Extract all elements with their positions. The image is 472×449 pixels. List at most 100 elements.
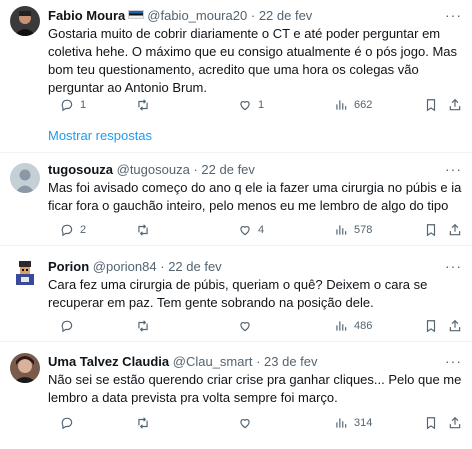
reply-feed: Fabio Moura @fabio_moura20 · 22 de fev ··… bbox=[0, 0, 472, 449]
author-handle[interactable]: @porion84 bbox=[93, 259, 157, 274]
tweet-text: Gostaria muito de cobrir diariamente o C… bbox=[48, 26, 458, 95]
avatar[interactable] bbox=[10, 163, 40, 193]
author-handle[interactable]: @fabio_moura20 bbox=[147, 8, 247, 23]
pixel-avatar-icon bbox=[10, 258, 40, 288]
retweet-icon bbox=[138, 320, 148, 332]
tweet-date[interactable]: 22 de fev bbox=[259, 8, 313, 23]
reply-icon bbox=[61, 224, 73, 237]
view-count: 486 bbox=[354, 320, 373, 332]
view-count: 662 bbox=[354, 99, 373, 111]
like-count: 4 bbox=[258, 224, 265, 236]
share-icon bbox=[449, 416, 461, 429]
share-button[interactable] bbox=[448, 97, 462, 113]
views-icon bbox=[336, 225, 347, 235]
retweet-button[interactable] bbox=[136, 318, 156, 334]
views-button[interactable]: 662 bbox=[334, 97, 372, 113]
like-icon bbox=[240, 226, 250, 236]
tweet-actions: 2 4 578 bbox=[48, 222, 462, 238]
retweet-button[interactable] bbox=[136, 222, 156, 238]
tweet-text: Cara fez uma cirurgia de púbis, queriam … bbox=[48, 277, 428, 310]
reply-button[interactable]: 1 bbox=[60, 97, 86, 113]
bookmark-icon bbox=[426, 99, 436, 112]
views-button[interactable]: 578 bbox=[334, 222, 372, 238]
avatar[interactable] bbox=[10, 258, 40, 288]
share-icon bbox=[449, 319, 461, 332]
author-handle[interactable]: @tugosouza bbox=[117, 162, 190, 177]
like-button[interactable] bbox=[238, 415, 258, 431]
like-icon bbox=[240, 101, 250, 111]
reply-button[interactable] bbox=[60, 415, 80, 431]
share-button[interactable] bbox=[448, 318, 462, 334]
bookmark-button[interactable] bbox=[424, 415, 438, 431]
estonia-flag-icon bbox=[128, 10, 145, 19]
tweet-header: Uma Talvez Claudia @Clau_smart · 23 de f… bbox=[48, 354, 318, 370]
separator-dot: · bbox=[250, 8, 256, 23]
tweet[interactable]: Uma Talvez Claudia @Clau_smart · 23 de f… bbox=[0, 342, 472, 449]
bookmark-button[interactable] bbox=[424, 222, 438, 238]
tweet-actions: 314 bbox=[48, 415, 462, 431]
view-count: 314 bbox=[354, 417, 373, 429]
reply-icon bbox=[61, 320, 73, 333]
view-count: 578 bbox=[354, 224, 373, 236]
bookmark-button[interactable] bbox=[424, 318, 438, 334]
reply-icon bbox=[61, 99, 73, 112]
tweet-date[interactable]: 23 de fev bbox=[264, 354, 318, 369]
share-icon bbox=[449, 223, 461, 236]
share-icon bbox=[449, 98, 461, 111]
author-name[interactable]: tugosouza bbox=[48, 162, 113, 177]
more-icon[interactable]: ··· bbox=[445, 8, 462, 22]
bookmark-icon bbox=[426, 224, 436, 237]
reply-button[interactable] bbox=[60, 318, 80, 334]
separator-dot: · bbox=[193, 162, 198, 177]
reply-count: 1 bbox=[80, 99, 87, 111]
views-button[interactable]: 314 bbox=[334, 415, 372, 431]
tweet-header: Fabio Moura @fabio_moura20 · 22 de fev bbox=[48, 8, 312, 24]
reply-button[interactable]: 2 bbox=[60, 222, 86, 238]
reply-icon bbox=[61, 417, 73, 430]
tweet[interactable]: Fabio Moura @fabio_moura20 · 22 de fev ··… bbox=[0, 0, 472, 152]
show-replies-link[interactable]: Mostrar respostas bbox=[48, 128, 152, 143]
tweet-header: tugosouza @tugosouza · 22 de fev bbox=[48, 162, 255, 178]
more-icon[interactable]: ··· bbox=[445, 259, 462, 273]
tweet-text: Não sei se estão querendo criar crise pr… bbox=[48, 372, 462, 405]
like-icon bbox=[240, 419, 250, 429]
more-icon[interactable]: ··· bbox=[445, 354, 462, 368]
like-button[interactable] bbox=[238, 318, 258, 334]
tweet-date[interactable]: 22 de fev bbox=[168, 259, 222, 274]
like-button[interactable]: 4 bbox=[238, 222, 264, 238]
tweet[interactable]: tugosouza @tugosouza · 22 de fev ··· Mas… bbox=[0, 153, 472, 245]
retweet-icon bbox=[138, 417, 148, 429]
tweet-header: Porion @porion84 · 22 de fev bbox=[48, 259, 222, 275]
author-name[interactable]: Fabio Moura bbox=[48, 8, 125, 23]
share-button[interactable] bbox=[448, 415, 462, 431]
separator-dot: · bbox=[160, 259, 165, 274]
author-name[interactable]: Uma Talvez Claudia bbox=[48, 354, 169, 369]
bookmark-icon bbox=[426, 417, 436, 430]
bookmark-icon bbox=[426, 320, 436, 333]
bookmark-button[interactable] bbox=[424, 97, 438, 113]
like-icon bbox=[240, 322, 250, 332]
tweet-date[interactable]: 22 de fev bbox=[201, 162, 255, 177]
more-icon[interactable]: ··· bbox=[445, 162, 462, 176]
photo-avatar-icon bbox=[10, 353, 40, 383]
views-icon bbox=[336, 418, 347, 428]
retweet-button[interactable] bbox=[136, 415, 156, 431]
retweet-button[interactable] bbox=[136, 97, 156, 113]
tweet-text: Mas foi avisado começo do ano q ele ia f… bbox=[48, 180, 462, 213]
views-button[interactable]: 486 bbox=[334, 318, 372, 334]
tweet[interactable]: Porion @porion84 · 22 de fev ··· Cara fe… bbox=[0, 246, 472, 341]
avatar[interactable] bbox=[10, 353, 40, 383]
views-icon bbox=[336, 321, 347, 331]
retweet-icon bbox=[138, 99, 148, 111]
author-name[interactable]: Porion bbox=[48, 259, 89, 274]
separator-dot: · bbox=[256, 354, 261, 369]
avatar-image-icon bbox=[10, 6, 40, 36]
avatar[interactable] bbox=[10, 6, 40, 36]
retweet-icon bbox=[138, 224, 148, 236]
like-button[interactable]: 1 bbox=[238, 97, 264, 113]
share-button[interactable] bbox=[448, 222, 462, 238]
author-handle[interactable]: @Clau_smart bbox=[173, 354, 253, 369]
tweet-actions: 486 bbox=[48, 318, 462, 334]
reply-count: 2 bbox=[80, 224, 87, 236]
default-avatar-icon bbox=[10, 163, 40, 193]
